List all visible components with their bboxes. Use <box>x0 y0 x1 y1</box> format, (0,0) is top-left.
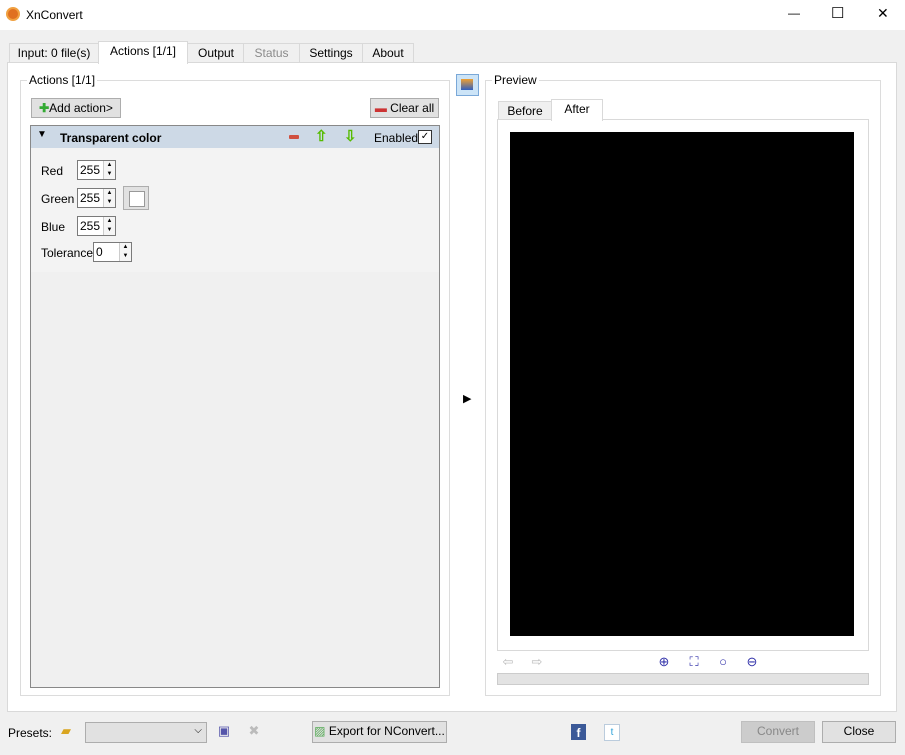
load-preset-folder-icon[interactable]: ▰ <box>58 723 74 739</box>
app-logo-icon <box>6 7 20 21</box>
twitter-icon[interactable]: t <box>604 724 620 741</box>
export-nconvert-button[interactable]: ▨ Export for NConvert... <box>312 721 447 743</box>
tab-status: Status <box>243 43 300 63</box>
tab-after[interactable]: After <box>551 99 603 121</box>
previous-icon[interactable]: ⇦ <box>500 654 516 670</box>
action-list: ▼ Transparent color ⇧ ⇩ Enabled ✓ Red 25… <box>30 125 440 688</box>
window-title: XnConvert <box>26 8 83 22</box>
save-preset-icon[interactable]: ▣ <box>216 723 232 739</box>
fit-to-window-icon[interactable]: ⛶ <box>686 654 702 670</box>
blue-label: Blue <box>41 220 66 234</box>
image-icon <box>461 79 473 90</box>
chevron-down-icon: ⌵ <box>194 725 202 736</box>
tab-label: Input: 0 file(s) <box>17 46 91 60</box>
red-spinbox[interactable]: 255 ▲ ▼ <box>77 160 116 180</box>
green-label: Green <box>41 192 75 206</box>
toggle-preview-button[interactable] <box>456 74 479 96</box>
export-icon: ▨ <box>314 724 326 738</box>
spin-arrows-icon[interactable]: ▲ ▼ <box>103 217 115 235</box>
preview-pane <box>497 119 869 651</box>
delete-preset-icon: ✖ <box>248 723 260 738</box>
tab-label: Status <box>254 46 289 60</box>
close-window-button[interactable]: ✕ <box>877 5 889 22</box>
tab-input[interactable]: Input: 0 file(s) <box>9 43 99 63</box>
enabled-checkbox[interactable]: ✓ <box>418 130 432 144</box>
convert-label: Convert <box>756 724 800 738</box>
spin-arrows-icon[interactable]: ▲ ▼ <box>119 243 131 261</box>
move-down-icon[interactable]: ⇩ <box>344 127 357 145</box>
preview-image <box>510 132 854 636</box>
clear-all-button[interactable]: ▬ Clear all <box>370 98 439 118</box>
close-button[interactable]: Close <box>822 721 896 743</box>
title-bar: XnConvert — ☐ ✕ <box>0 0 905 30</box>
spin-arrows-icon[interactable]: ▲ ▼ <box>103 161 115 179</box>
blue-value: 255 <box>80 219 101 233</box>
tolerance-value: 0 <box>96 245 103 259</box>
action-header[interactable]: ▼ Transparent color ⇧ ⇩ Enabled ✓ <box>31 126 439 148</box>
tolerance-spinbox[interactable]: 0 ▲ ▼ <box>93 242 132 262</box>
tolerance-label: Tolerance <box>41 246 94 260</box>
tab-label: Actions [1/1] <box>109 44 177 58</box>
tab-label: Output <box>197 46 235 60</box>
presets-dropdown[interactable]: ⌵ <box>85 722 207 743</box>
add-icon: ✚ <box>39 101 50 115</box>
close-label: Close <box>843 724 875 738</box>
presets-label: Presets: <box>8 726 53 740</box>
minimize-button[interactable]: — <box>788 6 800 20</box>
export-label: Export for NConvert... <box>328 724 445 738</box>
add-action-button[interactable]: ✚Add action> <box>31 98 121 118</box>
facebook-icon[interactable]: f <box>571 724 586 740</box>
tab-about[interactable]: About <box>362 43 414 63</box>
preview-group-label: Preview <box>492 73 539 87</box>
tab-actions[interactable]: Actions [1/1] <box>98 41 188 64</box>
color-picker-button[interactable] <box>123 186 149 210</box>
red-label: Red <box>41 164 64 178</box>
preview-scrollbar[interactable] <box>497 673 869 685</box>
remove-action-icon[interactable] <box>289 135 299 139</box>
clear-icon: ▬ <box>374 101 387 115</box>
zoom-in-icon[interactable]: ⊕ <box>656 654 672 670</box>
actions-group-label: Actions [1/1] <box>27 73 98 87</box>
green-value: 255 <box>80 191 101 205</box>
clear-all-label: Clear all <box>390 101 435 115</box>
expand-arrow-icon[interactable]: ▶ <box>463 392 471 405</box>
maximize-button[interactable]: ☐ <box>831 4 844 22</box>
next-icon[interactable]: ⇨ <box>529 654 545 670</box>
green-spinbox[interactable]: 255 ▲ ▼ <box>77 188 116 208</box>
convert-button: Convert <box>741 721 815 743</box>
red-value: 255 <box>80 163 101 177</box>
action-title: Transparent color <box>60 131 162 145</box>
tab-label: After <box>564 102 590 116</box>
zoom-out-icon[interactable]: ⊖ <box>744 654 760 670</box>
move-up-icon[interactable]: ⇧ <box>315 127 328 145</box>
tab-settings[interactable]: Settings <box>299 43 363 63</box>
tab-before[interactable]: Before <box>498 101 552 120</box>
tab-label: Before <box>507 104 543 118</box>
color-swatch <box>129 191 145 207</box>
enabled-label: Enabled <box>374 131 419 145</box>
zoom-actual-icon[interactable]: ○ <box>715 654 731 670</box>
tab-output[interactable]: Output <box>187 43 245 63</box>
tab-label: About <box>372 46 404 60</box>
action-settings: Red 255 ▲ ▼ Green 255 ▲ ▼ Blue 255 ▲ ▼ Toleran… <box>31 148 439 272</box>
tab-label: Settings <box>309 46 353 60</box>
collapse-triangle-icon[interactable]: ▼ <box>37 129 47 140</box>
spin-arrows-icon[interactable]: ▲ ▼ <box>103 189 115 207</box>
blue-spinbox[interactable]: 255 ▲ ▼ <box>77 216 116 236</box>
add-action-label: Add action> <box>49 101 113 115</box>
